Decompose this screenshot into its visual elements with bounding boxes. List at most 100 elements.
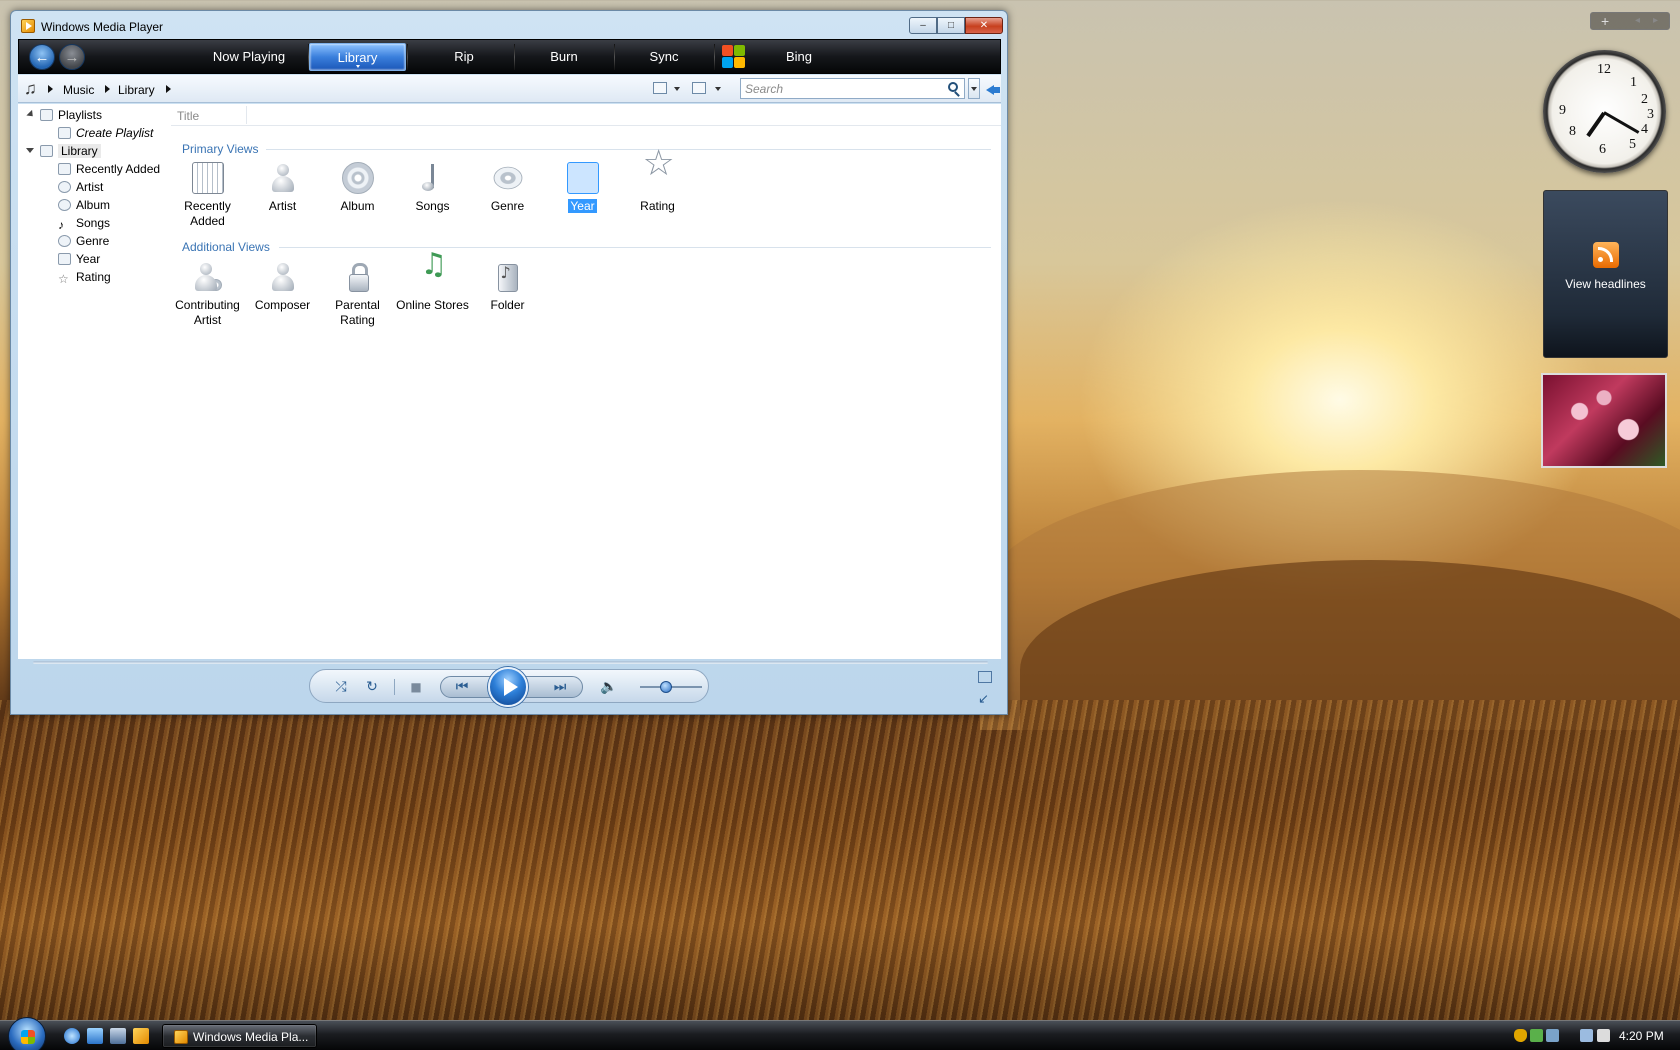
clock-gadget[interactable]: 12 1 2 3 4 5 6 8 9 <box>1543 50 1666 173</box>
breadcrumb-arrow-icon[interactable] <box>105 85 110 93</box>
view-genre[interactable]: Genre <box>470 162 545 214</box>
view-parental-rating[interactable]: Parental Rating <box>320 261 395 328</box>
feed-headlines-gadget[interactable]: View headlines <box>1543 190 1668 358</box>
go-back-arrow-icon[interactable] <box>986 81 1000 95</box>
music-note-icon: ♫ <box>24 79 37 98</box>
view-album[interactable]: Album <box>320 162 395 214</box>
tree-item-create-playlist[interactable]: Create Playlist <box>58 125 153 141</box>
tab-sync[interactable]: Sync <box>614 40 714 73</box>
security-shield-icon[interactable] <box>1514 1029 1527 1042</box>
seek-bar[interactable] <box>33 661 988 664</box>
volume-mute-icon[interactable] <box>1597 1029 1610 1042</box>
view-online-stores[interactable]: Online Stores <box>390 257 475 313</box>
switch-to-now-playing-icon[interactable]: ↙ <box>978 692 992 705</box>
star-icon <box>642 156 675 194</box>
address-bar: ♫ Music Library Search <box>18 75 1001 103</box>
volume-slider-knob[interactable] <box>660 681 672 693</box>
feed-headlines-link[interactable]: View headlines <box>1544 277 1667 291</box>
tree-item-rating[interactable]: ☆ Rating <box>58 269 111 286</box>
contributing-artist-icon <box>192 261 224 293</box>
tree-item-year[interactable]: Year <box>58 251 100 267</box>
maximize-button[interactable]: □ <box>937 17 965 34</box>
playlists-icon <box>40 109 53 121</box>
primary-views-title: Primary Views <box>182 142 259 156</box>
search-icon[interactable] <box>948 82 958 92</box>
media-player-quicklaunch-icon[interactable] <box>133 1028 149 1044</box>
title-bar[interactable]: Windows Media Player – □ ✕ <box>11 11 1007 39</box>
taskbar-clock[interactable]: 4:20 PM <box>1619 1029 1664 1043</box>
breadcrumb-library[interactable]: Library <box>118 83 155 97</box>
view-songs[interactable]: Songs <box>395 162 470 214</box>
view-composer[interactable]: Composer <box>245 261 320 313</box>
view-contributing-artist[interactable]: Contributing Artist <box>170 261 245 328</box>
control-separator <box>394 679 395 695</box>
next-button[interactable]: ⏭ <box>551 678 569 696</box>
breadcrumb-arrow-icon[interactable] <box>166 85 171 93</box>
tree-item-artist[interactable]: Artist <box>58 179 103 195</box>
tree-item-songs[interactable]: ♪ Songs <box>58 215 110 232</box>
search-dropdown-button[interactable] <box>968 78 980 99</box>
tab-separator <box>714 44 715 70</box>
view-rating[interactable]: Rating <box>620 156 695 214</box>
search-input[interactable]: Search <box>740 78 965 99</box>
slideshow-gadget[interactable] <box>1541 373 1667 468</box>
view-recently-added[interactable]: Recently Added <box>170 162 245 229</box>
desktop-grass <box>0 700 1680 1020</box>
expand-playlists-icon[interactable] <box>26 109 36 120</box>
artist-icon <box>267 162 299 194</box>
add-gadget-button[interactable]: + <box>1601 13 1609 29</box>
playback-controls: ⤮ ↻ ■ ⏮ ⏭ 🔈 <box>309 667 709 707</box>
windows-logo-icon[interactable] <box>721 44 747 70</box>
network-icon[interactable] <box>1580 1029 1593 1042</box>
tab-now-playing[interactable]: Now Playing <box>189 40 309 73</box>
tray-app-icon[interactable] <box>1546 1029 1559 1042</box>
tree-item-recently-added[interactable]: Recently Added <box>58 161 160 177</box>
tree-item-playlists[interactable]: Playlists <box>40 107 102 123</box>
breadcrumb-arrow-icon[interactable] <box>48 85 53 93</box>
back-button[interactable]: ← <box>29 44 55 70</box>
tab-library[interactable]: Library <box>309 43 406 71</box>
tree-item-album[interactable]: Album <box>58 197 110 213</box>
view-options-icon[interactable] <box>653 82 667 94</box>
repeat-button[interactable]: ↻ <box>363 678 381 696</box>
genre-icon <box>58 235 71 247</box>
column-title[interactable]: Title <box>177 109 199 123</box>
sidebar-prev-icon[interactable]: ◂ <box>1635 13 1640 29</box>
play-button[interactable] <box>488 667 528 707</box>
start-button[interactable] <box>8 1017 46 1050</box>
forward-button[interactable]: → <box>59 44 85 70</box>
lock-icon <box>342 261 374 293</box>
tab-burn[interactable]: Burn <box>514 40 614 73</box>
view-folder[interactable]: Folder <box>470 261 545 313</box>
sidebar-next-icon[interactable]: ▸ <box>1653 13 1658 29</box>
tree-item-genre[interactable]: Genre <box>58 233 109 249</box>
shuffle-button[interactable]: ⤮ <box>332 678 350 696</box>
tab-bing[interactable]: Bing <box>749 40 849 73</box>
view-year[interactable]: Year <box>545 162 620 214</box>
view-options-dropdown-icon[interactable] <box>674 87 680 91</box>
star-icon: ☆ <box>58 272 69 286</box>
expand-library-icon[interactable] <box>26 148 34 153</box>
genre-icon <box>493 166 522 190</box>
internet-explorer-icon[interactable] <box>64 1028 80 1044</box>
clock-hour-hand <box>1603 111 1640 134</box>
switch-windows-icon[interactable] <box>110 1028 126 1044</box>
layout-options-dropdown-icon[interactable] <box>715 87 721 91</box>
taskbar-media-player-button[interactable]: Windows Media Pla... <box>162 1024 317 1048</box>
close-button[interactable]: ✕ <box>965 17 1003 34</box>
tab-rip[interactable]: Rip <box>414 40 514 73</box>
full-screen-icon[interactable] <box>978 671 992 683</box>
view-artist[interactable]: Artist <box>245 162 320 214</box>
previous-button[interactable]: ⏮ <box>453 678 471 696</box>
create-playlist-icon <box>58 127 71 139</box>
defender-icon[interactable] <box>1530 1029 1543 1042</box>
breadcrumb-music[interactable]: Music <box>63 83 94 97</box>
minimize-button[interactable]: – <box>909 17 937 34</box>
navigation-pane: Playlists Create Playlist Library Recent… <box>18 104 171 659</box>
show-desktop-icon[interactable] <box>87 1028 103 1044</box>
mute-button[interactable]: 🔈 <box>600 678 618 696</box>
layout-options-icon[interactable] <box>692 82 706 94</box>
column-divider[interactable] <box>246 106 247 124</box>
stop-button[interactable]: ■ <box>407 678 425 696</box>
tree-item-library[interactable]: Library <box>40 143 101 159</box>
